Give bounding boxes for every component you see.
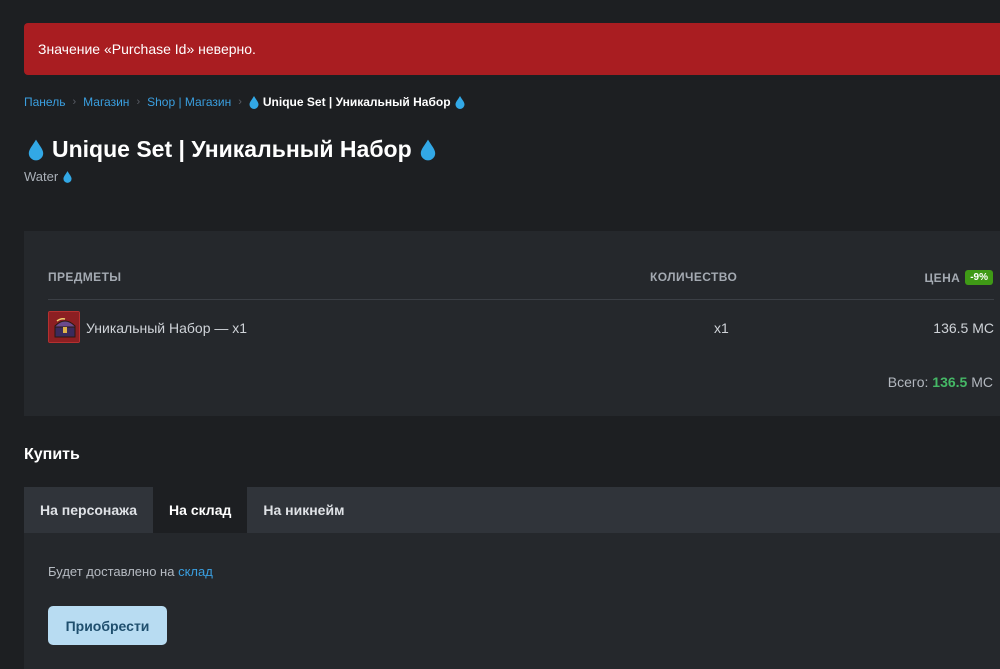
total-value: 136.5 [932, 374, 968, 390]
total-label: Всего: [887, 374, 933, 390]
water-drop-icon [63, 170, 72, 183]
breadcrumb-link-store[interactable]: Магазин [83, 95, 129, 109]
tab-nickname[interactable]: На никнейм [247, 487, 360, 533]
delivery-tabs: На персонажа На склад На никнейм [24, 487, 1000, 533]
error-message: Значение «Purchase Id» неверно. [38, 41, 256, 57]
item-quantity: x1 [714, 320, 729, 336]
breadcrumb-current-label: Unique Set | Уникальный Набор [262, 95, 451, 109]
breadcrumb-current: Unique Set | Уникальный Набор [249, 95, 465, 109]
header-quantity: КОЛИЧЕСТВО [650, 270, 738, 284]
discount-badge: -9% [965, 270, 993, 285]
buy-heading: Купить [24, 446, 80, 463]
header-divider [48, 299, 994, 300]
water-drop-icon [455, 95, 465, 109]
delivery-note: Будет доставлено на склад [48, 564, 213, 579]
chevron-right-icon: › [136, 96, 141, 108]
header-items: ПРЕДМЕТЫ [48, 270, 122, 284]
header-price: ЦЕНА -9% [924, 270, 993, 285]
item-name: Уникальный Набор — x1 [86, 320, 248, 336]
items-table: ПРЕДМЕТЫ КОЛИЧЕСТВО ЦЕНА -9% Уникальный … [24, 231, 1000, 416]
item-chest-icon [48, 311, 80, 343]
page-title: Unique Set | Уникальный Набор [28, 136, 436, 163]
breadcrumb-link-shop[interactable]: Shop | Магазин [147, 95, 231, 109]
water-drop-icon [420, 139, 436, 161]
tab-storage[interactable]: На склад [153, 487, 248, 533]
table-row: Уникальный Набор — x1 x1 136.5 MC [48, 311, 994, 345]
delivery-text: Будет доставлено на [48, 564, 179, 579]
subtitle-text: Water [24, 169, 59, 184]
total: Всего: 136.5 MC [888, 374, 993, 390]
chevron-right-icon: › [238, 96, 242, 108]
breadcrumb: Панель › Магазин › Shop | Магазин › Uniq… [24, 93, 465, 111]
item-price: 136.5 MC [933, 320, 994, 336]
page-title-text: Unique Set | Уникальный Набор [52, 136, 412, 162]
total-currency: MC [967, 374, 993, 390]
tab-character[interactable]: На персонажа [24, 487, 153, 533]
error-banner: Значение «Purchase Id» неверно. [24, 23, 1000, 75]
water-drop-icon [249, 95, 259, 109]
header-price-label: ЦЕНА [924, 270, 961, 285]
water-drop-icon [28, 139, 44, 161]
storage-link[interactable]: склад [178, 564, 213, 579]
purchase-button[interactable]: Приобрести [48, 606, 167, 645]
tab-panel: Будет доставлено на склад Приобрести [24, 533, 1000, 669]
page-subtitle: Water [24, 169, 72, 184]
chevron-right-icon: › [72, 96, 77, 108]
breadcrumb-link-panel[interactable]: Панель [24, 95, 65, 109]
